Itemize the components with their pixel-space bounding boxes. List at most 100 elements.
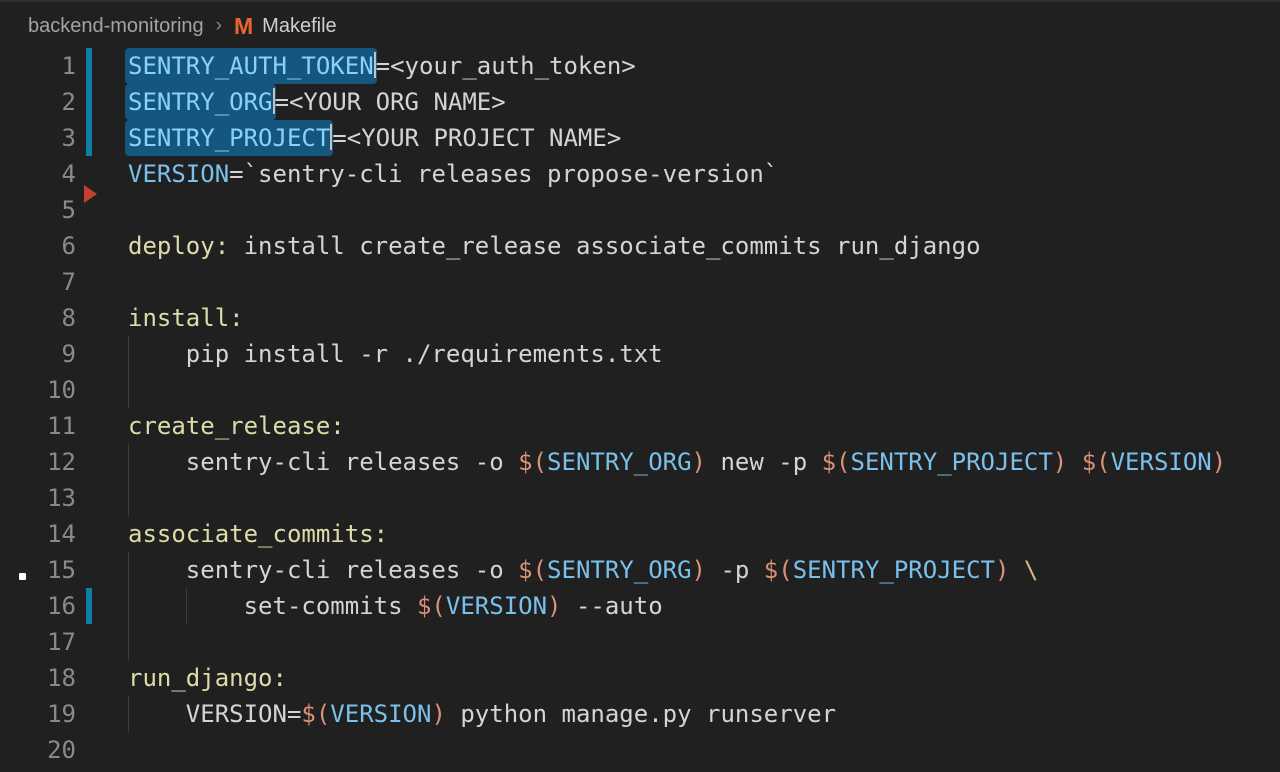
- code-segment: associate_commits:: [128, 520, 388, 548]
- code-segment: VERSION: [446, 592, 547, 620]
- code-segment: =<YOUR PROJECT NAME>: [332, 124, 621, 152]
- code-segment: [1067, 448, 1081, 476]
- code-segment: SENTRY_ORG: [547, 448, 692, 476]
- code-segment: =`sentry-cli releases propose-version`: [229, 160, 778, 188]
- code-segment: ): [1053, 448, 1067, 476]
- line-number[interactable]: 5: [0, 192, 76, 228]
- modified-line-indicator[interactable]: [86, 84, 92, 120]
- code-segment: SENTRY_PROJECT: [793, 556, 995, 584]
- code-text: create_release:: [128, 408, 345, 444]
- code-line[interactable]: 1 SENTRY_AUTH_TOKEN=<your_auth_token>: [0, 48, 1280, 84]
- code-line[interactable]: 12 sentry-cli releases -o $(SENTRY_ORG) …: [0, 444, 1280, 480]
- line-number[interactable]: 7: [0, 264, 76, 300]
- code-line[interactable]: 7: [0, 264, 1280, 300]
- indent-guide: [128, 480, 129, 516]
- line-number[interactable]: 2: [0, 84, 76, 120]
- code-line[interactable]: 14 associate_commits:: [0, 516, 1280, 552]
- code-segment: new -p: [706, 448, 822, 476]
- mouse-cursor-dot: [19, 573, 26, 580]
- line-number[interactable]: 9: [0, 336, 76, 372]
- code-line[interactable]: 20: [0, 732, 1280, 768]
- line-number[interactable]: 6: [0, 228, 76, 264]
- modified-line-indicator[interactable]: [86, 120, 92, 156]
- code-segment: \: [1024, 556, 1038, 584]
- code-text: associate_commits:: [128, 516, 388, 552]
- code-line[interactable]: 5: [0, 192, 1280, 228]
- code-segment: SENTRY_PROJECT: [851, 448, 1053, 476]
- code-segment: $(: [518, 448, 547, 476]
- code-line[interactable]: 8 install:: [0, 300, 1280, 336]
- code-segment: deploy:: [128, 232, 229, 260]
- code-segment: VERSION: [330, 700, 431, 728]
- modified-line-indicator[interactable]: [86, 588, 92, 624]
- code-segment: sentry-cli releases -o: [128, 448, 518, 476]
- code-segment: ): [547, 592, 561, 620]
- code-line[interactable]: 13: [0, 480, 1280, 516]
- code-line[interactable]: 16 set-commits $(VERSION) --auto: [0, 588, 1280, 624]
- code-segment: -p: [706, 556, 764, 584]
- line-number[interactable]: 14: [0, 516, 76, 552]
- code-text: SENTRY_ORG=<YOUR ORG NAME>: [128, 84, 506, 120]
- code-segment: $(: [301, 700, 330, 728]
- code-segment: ): [995, 556, 1009, 584]
- code-text: sentry-cli releases -o $(SENTRY_ORG) -p …: [128, 552, 1038, 588]
- selected-text: SENTRY_PROJECT: [125, 120, 333, 156]
- code-segment: $(: [518, 556, 547, 584]
- line-number[interactable]: 11: [0, 408, 76, 444]
- code-line[interactable]: 6 deploy: install create_release associat…: [0, 228, 1280, 264]
- code-segment: python manage.py runserver: [446, 700, 836, 728]
- line-number[interactable]: 17: [0, 624, 76, 660]
- line-number[interactable]: 12: [0, 444, 76, 480]
- code-segment: VERSION=: [128, 700, 301, 728]
- code-line[interactable]: 3 SENTRY_PROJECT=<YOUR PROJECT NAME>: [0, 120, 1280, 156]
- code-line[interactable]: 15 sentry-cli releases -o $(SENTRY_ORG) …: [0, 552, 1280, 588]
- selected-text: SENTRY_AUTH_TOKEN: [125, 48, 377, 84]
- code-text: pip install -r ./requirements.txt: [128, 336, 663, 372]
- line-number[interactable]: 1: [0, 48, 76, 84]
- code-segment: ): [692, 448, 706, 476]
- code-line[interactable]: 9 pip install -r ./requirements.txt: [0, 336, 1280, 372]
- code-segment: pip install -r ./requirements.txt: [128, 340, 663, 368]
- modified-line-indicator[interactable]: [86, 48, 92, 84]
- code-segment: $(: [822, 448, 851, 476]
- code-segment: =<YOUR ORG NAME>: [275, 88, 506, 116]
- code-line[interactable]: 11 create_release:: [0, 408, 1280, 444]
- line-number[interactable]: 13: [0, 480, 76, 516]
- code-line[interactable]: 2 SENTRY_ORG=<YOUR ORG NAME>: [0, 84, 1280, 120]
- code-segment: ): [692, 556, 706, 584]
- line-number[interactable]: 20: [0, 732, 76, 768]
- code-segment: $(: [1082, 448, 1111, 476]
- code-segment: set-commits: [128, 592, 417, 620]
- code-segment: VERSION: [1111, 448, 1212, 476]
- code-text: install:: [128, 300, 244, 336]
- code-text: SENTRY_PROJECT=<YOUR PROJECT NAME>: [128, 120, 621, 156]
- code-text: sentry-cli releases -o $(SENTRY_ORG) new…: [128, 444, 1226, 480]
- code-segment: ): [431, 700, 445, 728]
- code-line[interactable]: 19 VERSION=$(VERSION) python manage.py r…: [0, 696, 1280, 732]
- line-number[interactable]: 3: [0, 120, 76, 156]
- line-number[interactable]: 16: [0, 588, 76, 624]
- code-line[interactable]: 10: [0, 372, 1280, 408]
- code-text: VERSION=`sentry-cli releases propose-ver…: [128, 156, 778, 192]
- code-segment: --auto: [562, 592, 663, 620]
- code-line[interactable]: 4 VERSION=`sentry-cli releases propose-ve…: [0, 156, 1280, 192]
- line-number[interactable]: 10: [0, 372, 76, 408]
- red-arrow-marker-icon[interactable]: [84, 185, 97, 203]
- selected-text: SENTRY_ORG: [125, 84, 276, 120]
- line-number[interactable]: 19: [0, 696, 76, 732]
- line-number[interactable]: 4: [0, 156, 76, 192]
- code-segment: install:: [128, 304, 244, 332]
- code-text: set-commits $(VERSION) --auto: [128, 588, 663, 624]
- editor[interactable]: 1 SENTRY_AUTH_TOKEN=<your_auth_token> 2 SEN…: [0, 0, 1280, 772]
- indent-guide: [128, 624, 129, 660]
- code-segment: install create_release associate_commits…: [229, 232, 980, 260]
- line-number[interactable]: 18: [0, 660, 76, 696]
- code-segment: [1009, 556, 1023, 584]
- line-number[interactable]: 15: [0, 552, 76, 588]
- line-number[interactable]: 8: [0, 300, 76, 336]
- code-line[interactable]: 18 run_django:: [0, 660, 1280, 696]
- code-segment: run_django:: [128, 664, 287, 692]
- code-segment: =<your_auth_token>: [376, 52, 636, 80]
- code-text: deploy: install create_release associate…: [128, 228, 981, 264]
- code-line[interactable]: 17: [0, 624, 1280, 660]
